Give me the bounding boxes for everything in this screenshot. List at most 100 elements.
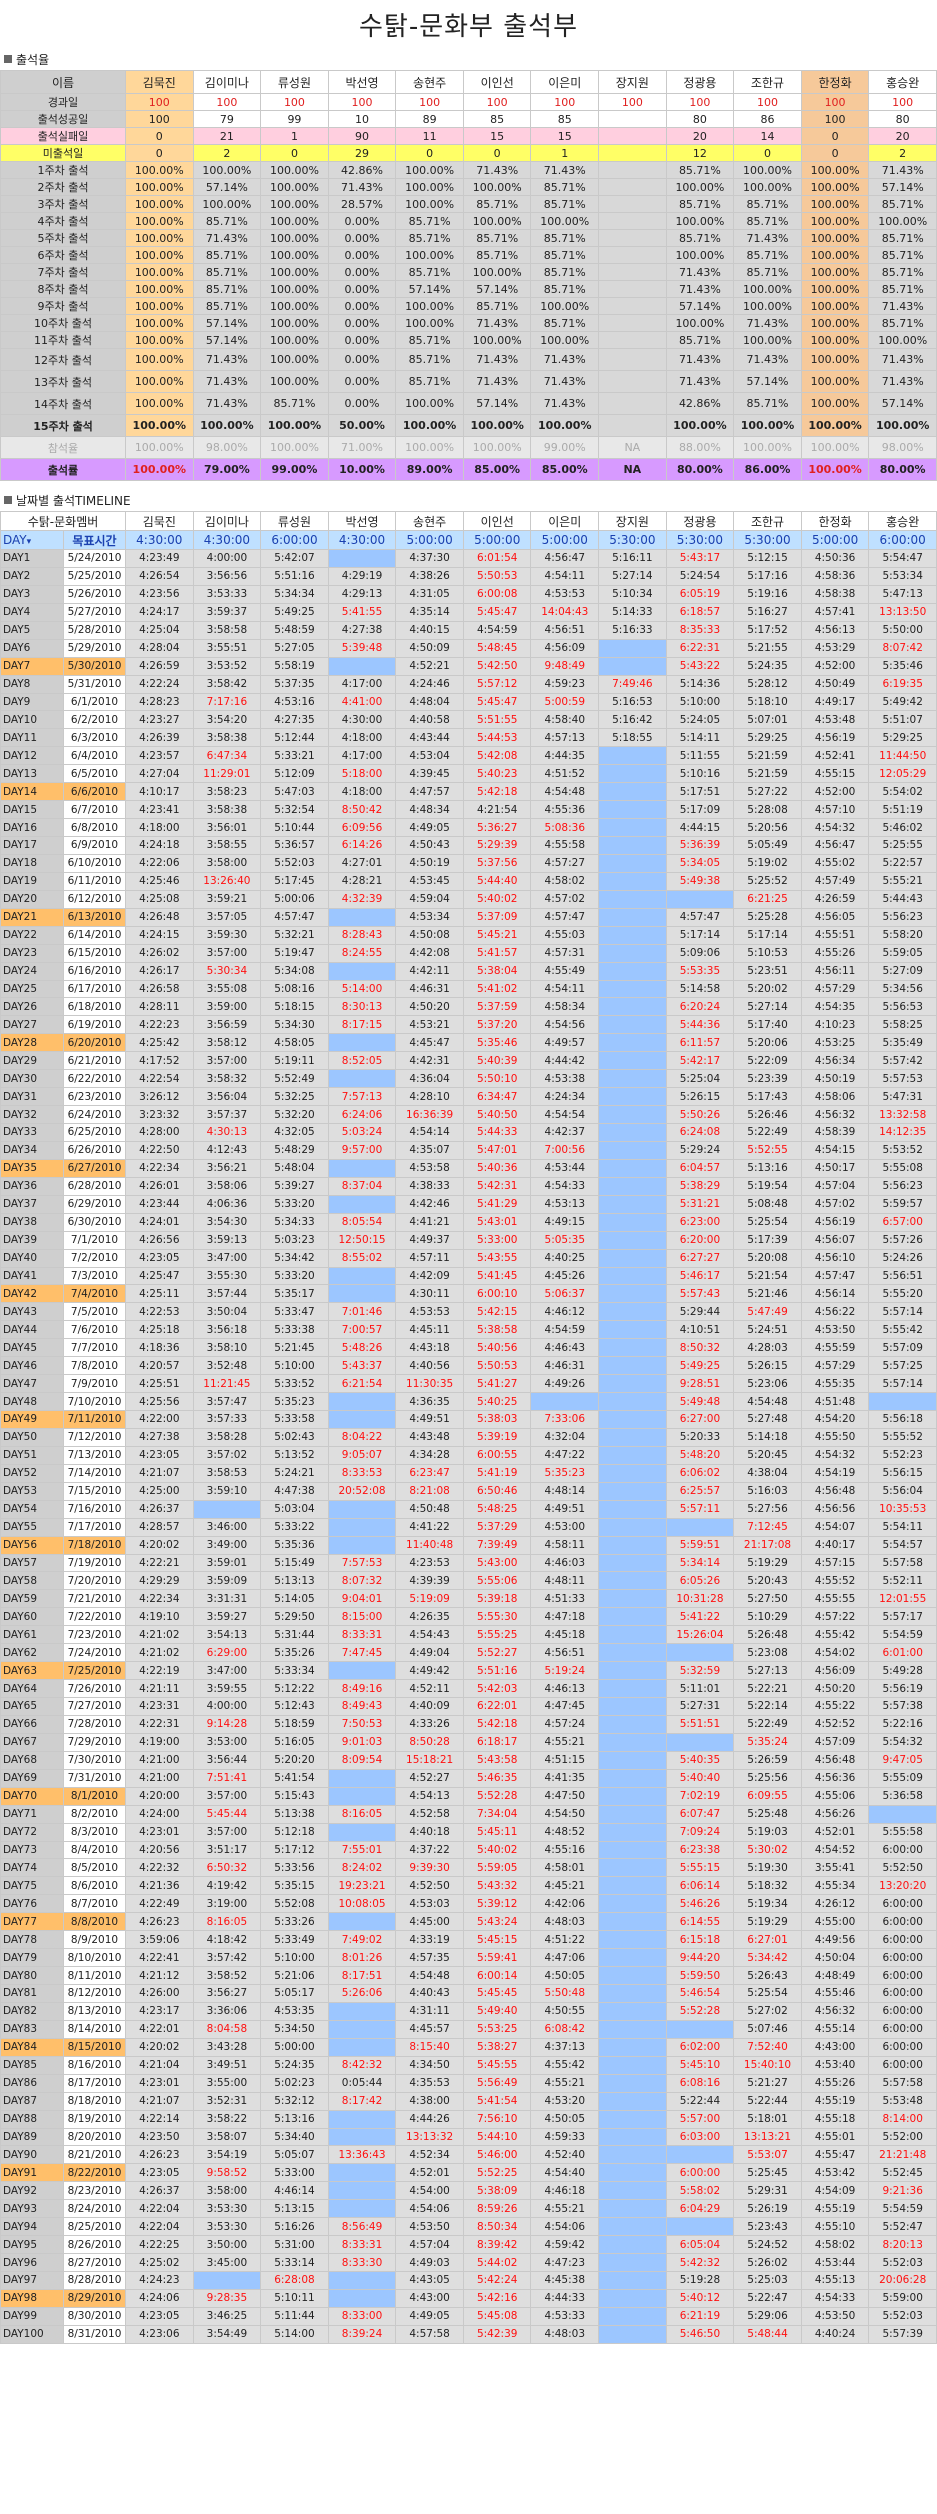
time-cell: 4:55:16	[530, 1840, 600, 1860]
time-cell	[868, 1804, 937, 1824]
time-cell: 4:56:51	[530, 1643, 600, 1663]
time-cell: 4:54:33	[800, 2288, 870, 2308]
week-value: 100.00%	[125, 195, 194, 213]
timeline-row: DAY98 8/29/2010 4:24:06 9:28:35 5:10:11 4:43:…	[0, 2288, 937, 2308]
time-cell: 4:50:20	[800, 1679, 870, 1698]
time-cell: 5:43:58	[462, 1750, 532, 1770]
week-value: 100.00%	[530, 331, 600, 349]
timeline-row: DAY39 7/1/2010 4:26:56 3:59:13 5:03:23 12:50:…	[0, 1230, 937, 1250]
week-value: 85.71%	[530, 263, 600, 281]
time-cell: 5:26:48	[733, 1625, 802, 1645]
time-cell: 4:17:00	[327, 674, 397, 694]
date-label: 7/8/2010	[62, 1356, 127, 1376]
time-cell: 5:47:31	[868, 1087, 937, 1107]
time-cell: 4:58:36	[800, 566, 870, 586]
time-cell: 4:23:05	[125, 2163, 194, 2183]
time-cell: 13:36:43	[327, 2145, 397, 2165]
time-cell: 5:42:17	[665, 1051, 735, 1071]
time-cell: 3:51:17	[192, 1840, 262, 1860]
week-value: 0.00%	[327, 263, 397, 281]
time-cell: 3:54:19	[192, 2145, 262, 2165]
time-cell: 5:40:02	[462, 889, 532, 909]
time-cell: 5:35:15	[260, 1876, 329, 1896]
week-value: 57.14%	[665, 297, 735, 315]
time-cell: 6:05:19	[665, 584, 735, 604]
summary-value: 2	[868, 144, 937, 162]
time-cell: 5:35:24	[733, 1732, 802, 1752]
time-cell: 5:00:00	[260, 2037, 329, 2057]
time-cell: 5:22:49	[733, 1123, 802, 1142]
week-value: 71.43%	[192, 348, 262, 371]
time-cell: 8:42:32	[327, 2055, 397, 2075]
time-cell: 5:21:55	[733, 638, 802, 658]
time-cell: 5:21:46	[733, 1284, 802, 1304]
day-label: DAY55	[0, 1517, 64, 1537]
timeline-row: DAY51 7/13/2010 4:23:05 3:57:02 5:13:52 9:05:…	[0, 1445, 937, 1465]
time-cell: 4:48:03	[530, 2324, 600, 2344]
time-cell: 5:36:58	[868, 1786, 937, 1806]
time-cell: 4:55:49	[530, 961, 600, 981]
week-value: 100.00%	[125, 348, 194, 371]
time-cell: 5:17:39	[733, 1230, 802, 1250]
attendance-value: 100.00%	[125, 458, 194, 481]
time-cell: 5:49:42	[868, 692, 937, 712]
summary-value: 0	[800, 127, 870, 145]
time-cell	[192, 2271, 262, 2290]
time-cell: 4:23:17	[125, 2001, 194, 2021]
week-value: 85.71%	[868, 263, 937, 281]
time-cell: 6:24:08	[665, 1123, 735, 1142]
time-cell: 4:41:21	[395, 1212, 464, 1232]
time-cell	[598, 2253, 667, 2272]
day-label: DAY15	[0, 800, 64, 820]
time-cell: 4:52:01	[800, 1822, 870, 1842]
time-cell: 4:26:54	[125, 566, 194, 586]
time-cell: 4:25:00	[125, 1481, 194, 1501]
time-cell: 4:53:53	[395, 1302, 464, 1322]
time-cell	[598, 782, 667, 802]
time-cell: 4:26:37	[125, 1499, 194, 1519]
date-label: 6/28/2010	[62, 1176, 127, 1196]
time-cell: 4:57:13	[530, 728, 600, 748]
day-filter-dropdown[interactable]: DAY▾	[0, 530, 64, 550]
summary-value: 10	[327, 110, 397, 128]
time-cell: 4:56:32	[800, 2001, 870, 2021]
time-cell: 5:37:56	[462, 853, 532, 873]
week-row: 13주차 출석 100.00% 71.43% 100.00% 0.00% 85.71% 71…	[0, 370, 937, 393]
time-cell: 4:47:57	[395, 782, 464, 802]
time-cell: 5:13:16	[260, 2109, 329, 2129]
time-cell: 4:22:25	[125, 2235, 194, 2255]
time-cell: 14:12:35	[868, 1123, 937, 1142]
chevron-down-icon[interactable]: ▾	[27, 537, 32, 547]
attendance-value: 80.00%	[868, 458, 937, 481]
time-cell: 4:54:50	[530, 1804, 600, 1824]
time-cell: 4:56:51	[530, 620, 600, 640]
time-cell: 3:55:00	[192, 2073, 262, 2093]
time-cell: 4:50:19	[800, 1069, 870, 1089]
time-cell: 5:37:20	[462, 1015, 532, 1035]
timeline-row: DAY30 6/22/2010 4:22:54 3:58:32 5:52:49 4:36:…	[0, 1069, 937, 1089]
week-value: 57.14%	[868, 392, 937, 415]
time-cell	[327, 2271, 397, 2290]
time-cell: 4:26:58	[125, 979, 194, 999]
day-label: DAY38	[0, 1212, 64, 1232]
day-label: DAY33	[0, 1123, 64, 1142]
week-value: 0.00%	[327, 392, 397, 415]
week-value: 71.43%	[530, 370, 600, 393]
day-label: DAY17	[0, 836, 64, 855]
day-column-label: DAY	[3, 533, 27, 547]
timeline-row: DAY54 7/16/2010 4:26:37 5:03:04 4:50:48 5:48:…	[0, 1499, 937, 1519]
time-cell: 5:57:42	[868, 1051, 937, 1071]
time-cell: 6:00:55	[462, 1445, 532, 1465]
time-cell	[598, 1894, 667, 1914]
time-cell: 6:21:19	[665, 2306, 735, 2326]
time-cell: 5:52:27	[462, 1643, 532, 1663]
time-cell: 4:56:47	[800, 836, 870, 855]
timeline-row: DAY75 8/6/2010 4:21:36 4:19:42 5:35:15 19:23:…	[0, 1876, 937, 1896]
time-cell: 4:25:11	[125, 1284, 194, 1304]
timeline-row: DAY20 6/12/2010 4:25:08 3:59:21 5:00:06 4:32:…	[0, 889, 937, 909]
week-value: 85.71%	[665, 195, 735, 213]
member-name: 장지원	[598, 511, 667, 531]
summary-value: 20	[665, 127, 735, 145]
week-value: 100.00%	[733, 280, 802, 298]
time-cell: 5:57:12	[462, 674, 532, 694]
